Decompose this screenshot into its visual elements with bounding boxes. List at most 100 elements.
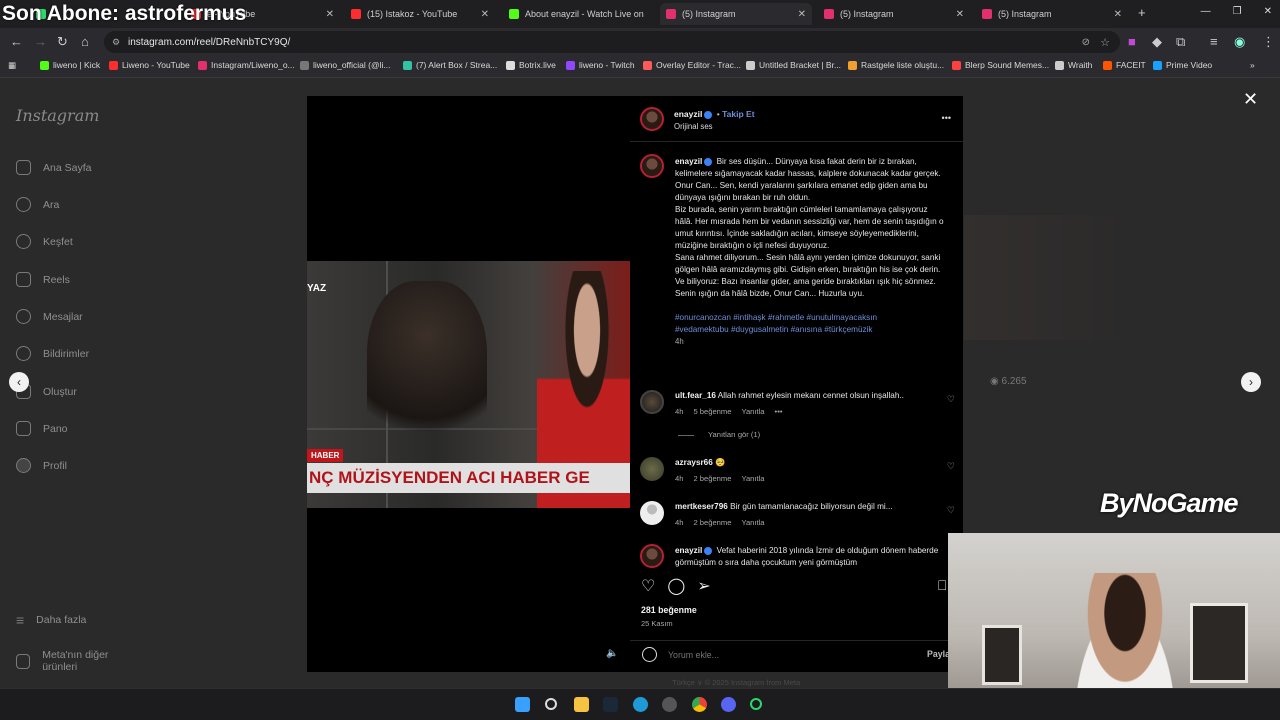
comment-avatar[interactable] (640, 457, 664, 481)
comment-username[interactable]: mertkeser796 (675, 502, 728, 511)
bookmark-item[interactable]: FACEIT (1103, 60, 1146, 70)
site-info-icon[interactable]: ⚙ (112, 37, 120, 48)
obs-icon[interactable] (662, 697, 677, 712)
bookmark-item[interactable]: Wraith (1055, 60, 1092, 70)
reply-button[interactable]: Yanıtla (741, 518, 764, 527)
extension-icon[interactable]: ■ (1128, 34, 1136, 49)
bookmark-item[interactable]: (7) Alert Box / Strea... (403, 60, 497, 70)
bookmark-item[interactable]: liweno_official (@li... (300, 60, 390, 70)
bookmark-item[interactable]: Overlay Editor - Trac... (643, 60, 741, 70)
discord-icon[interactable] (721, 697, 736, 712)
caption-username[interactable]: enayzil (675, 157, 702, 166)
reply-button[interactable]: Yanıtla (741, 474, 764, 483)
follow-button[interactable]: Takip Et (722, 109, 754, 119)
bookmark-item[interactable]: Blerp Sound Memes... (952, 60, 1049, 70)
home-icon[interactable]: ⌂ (81, 34, 89, 49)
bookmark-item[interactable]: Rastgele liste oluştu... (848, 60, 944, 70)
like-heart-icon[interactable]: ♡ (641, 576, 655, 596)
likes-count[interactable]: 281 beğenme (641, 605, 697, 615)
search-icon[interactable] (545, 698, 557, 710)
comment-likes[interactable]: 2 beğenme (693, 518, 731, 527)
sidebar-item-meta[interactable]: Meta'nın diğer ürünleri (16, 649, 140, 673)
bookmark-item[interactable]: Botrix.live (506, 60, 556, 70)
browser-tab[interactable]: (5) Instagram ✕ (818, 3, 970, 25)
back-icon[interactable]: ← (10, 34, 23, 49)
emoji-icon[interactable] (642, 647, 657, 662)
close-window-icon[interactable]: ✕ (1264, 6, 1272, 17)
author-username[interactable]: enayzil (674, 109, 702, 119)
instagram-logo[interactable]: Instagram (16, 106, 99, 125)
close-tab-icon[interactable]: ✕ (481, 9, 489, 20)
restore-icon[interactable]: ❐ (1233, 6, 1242, 17)
file-explorer-icon[interactable] (574, 697, 589, 712)
audio-label[interactable]: Orijinal ses (674, 122, 713, 131)
comment-like-heart-icon[interactable]: ♡ (947, 461, 955, 472)
extensions-puzzle-icon[interactable]: ⧉ (1176, 34, 1185, 50)
comment-username[interactable]: ult.fear_16 (675, 391, 716, 400)
hashtags[interactable]: #vedamektubu #duygusalmetin #anısına #tü… (675, 325, 873, 334)
close-tab-icon[interactable]: ✕ (956, 9, 964, 20)
profile-avatar-icon[interactable]: ◉ (1234, 34, 1245, 50)
url-field[interactable]: ⚙ instagram.com/reel/DReNnbTCY9Q/ ⊘ ☆ (104, 31, 1120, 53)
next-post-button[interactable]: › (1241, 372, 1261, 392)
next-post-preview-thumbnail[interactable] (964, 215, 1134, 340)
chrome-icon[interactable] (692, 697, 707, 712)
comment-bubble-icon[interactable]: ◯ (667, 576, 685, 596)
bookmark-item[interactable]: Untitled Bracket | Br... (746, 60, 841, 70)
tab-search-icon[interactable]: ≡ (1210, 34, 1218, 49)
close-tab-icon[interactable]: ✕ (1114, 9, 1122, 20)
apps-grid-icon[interactable]: ▦ (8, 60, 16, 71)
app-icon[interactable] (750, 698, 762, 710)
bookmark-item[interactable]: Liweno - YouTube (109, 60, 190, 70)
previous-post-button[interactable]: ‹ (9, 372, 29, 392)
comment-like-heart-icon[interactable]: ♡ (947, 505, 955, 516)
comment-likes[interactable]: 5 beğenme (693, 407, 731, 416)
sidebar-item-explore[interactable]: Keşfet (16, 234, 73, 249)
bookmark-item[interactable]: liweno | Kick (40, 60, 100, 70)
sidebar-item-dashboard[interactable]: Pano (16, 421, 68, 436)
sidebar-item-home[interactable]: Ana Sayfa (16, 160, 91, 175)
sidebar-item-profile[interactable]: Profil (16, 458, 67, 473)
browser-tab[interactable]: About enayzil - Watch Live on Kick (503, 3, 653, 25)
sidebar-item-notifications[interactable]: Bildirimler (16, 346, 89, 361)
comment-more-icon[interactable]: ••• (775, 407, 783, 416)
bookmark-item[interactable]: Prime Video (1153, 60, 1212, 70)
comment-likes[interactable]: 2 beğenme (693, 474, 731, 483)
comment-avatar[interactable] (640, 544, 664, 568)
share-send-icon[interactable]: ➢ (697, 576, 710, 596)
minimize-icon[interactable]: — (1201, 6, 1211, 17)
extension-icon[interactable]: ◆ (1152, 34, 1162, 50)
view-replies-button[interactable]: Yanıtları gör (1) (678, 430, 760, 439)
browser-tab[interactable]: (5) Instagram ✕ (976, 3, 1128, 25)
save-bookmark-icon[interactable]: ⎕ (938, 577, 946, 594)
mute-icon[interactable]: 🔈 (606, 648, 620, 660)
comment-input[interactable] (668, 650, 908, 660)
comment-username[interactable]: azraysr66 (675, 458, 713, 467)
browser-menu-icon[interactable]: ⋮ (1262, 34, 1275, 50)
reply-button[interactable]: Yanıtla (741, 407, 764, 416)
close-modal-icon[interactable]: ✕ (1243, 89, 1258, 110)
new-tab-button[interactable]: + (1138, 5, 1146, 20)
edge-icon[interactable] (633, 697, 648, 712)
close-tab-icon[interactable]: ✕ (798, 9, 806, 20)
sidebar-item-reels[interactable]: Reels (16, 272, 70, 287)
more-options-icon[interactable]: ••• (942, 113, 951, 123)
comment-like-heart-icon[interactable]: ♡ (947, 394, 955, 405)
hashtags[interactable]: #onurcanozcan #intihaşk #rahmetle #unutu… (675, 313, 877, 322)
close-tab-icon[interactable]: ✕ (326, 9, 334, 20)
sidebar-item-search[interactable]: Ara (16, 197, 59, 212)
browser-tab[interactable]: (15) Istakoz - YouTube ✕ (345, 3, 495, 25)
more-bookmarks-icon[interactable]: » (1250, 60, 1255, 70)
browser-tab-active[interactable]: (5) Instagram ✕ (660, 3, 812, 25)
sidebar-item-more[interactable]: ≡ Daha fazla (16, 612, 86, 628)
reload-icon[interactable]: ↻ (57, 34, 68, 50)
sidebar-item-messages[interactable]: Mesajlar (16, 309, 83, 324)
bookmark-star-icon[interactable]: ☆ (1100, 36, 1110, 49)
bookmark-item[interactable]: liweno - Twitch (566, 60, 635, 70)
bookmark-item[interactable]: Instagram/Liweno_o... (198, 60, 295, 70)
comment-avatar[interactable] (640, 390, 664, 414)
start-menu-icon[interactable] (515, 697, 530, 712)
comment-username[interactable]: enayzil (675, 546, 702, 555)
caption-author-avatar[interactable] (640, 154, 664, 178)
eye-off-icon[interactable]: ⊘ (1082, 37, 1090, 48)
